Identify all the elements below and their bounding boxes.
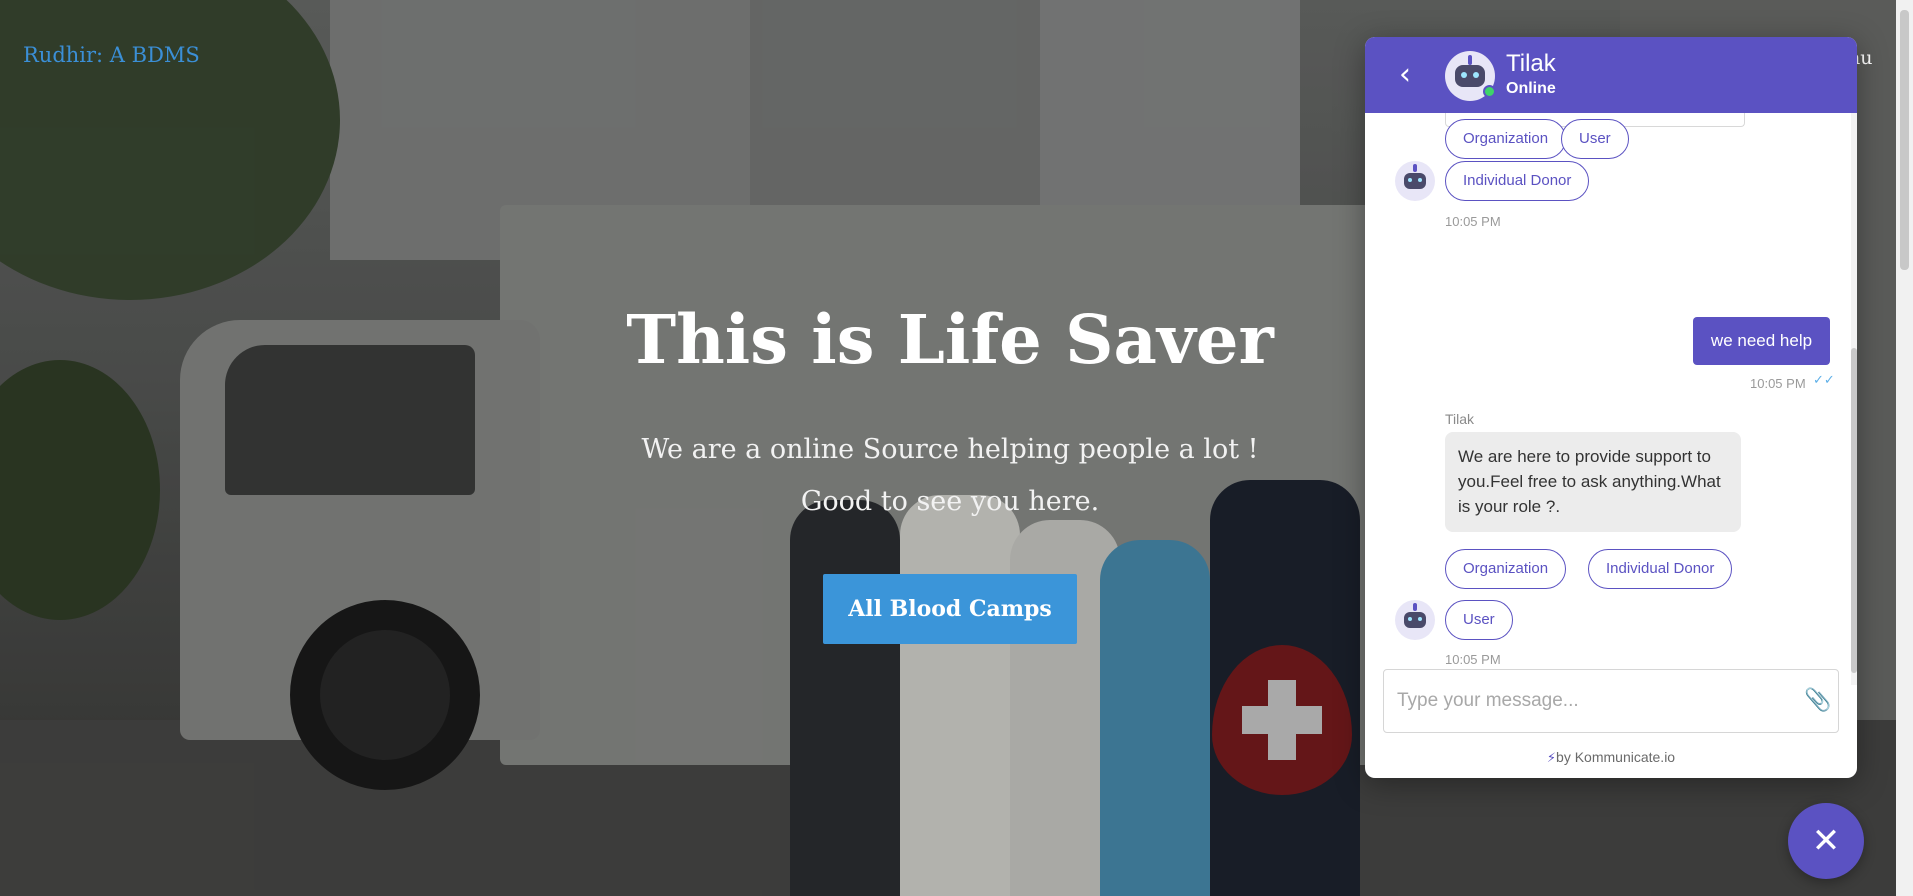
message-input[interactable]: [1384, 670, 1794, 732]
all-blood-camps-button[interactable]: All Blood Camps: [823, 574, 1077, 644]
message-time: 10:05 PM: [1750, 376, 1806, 391]
message-time: 10:05 PM: [1445, 652, 1501, 667]
bolt-icon: ⚡: [1546, 751, 1557, 766]
chat-scrollbar-thumb[interactable]: [1851, 348, 1857, 673]
powered-by-text: by Kommunicate.io: [1556, 749, 1676, 765]
agent-status: Online: [1506, 80, 1556, 97]
powered-by[interactable]: ⚡by Kommunicate.io: [1365, 749, 1857, 766]
brand-link[interactable]: Rudhir: A BDMS: [23, 43, 200, 67]
quick-reply-user[interactable]: User: [1445, 600, 1513, 640]
paperclip-icon[interactable]: 📎: [1804, 688, 1831, 714]
message-composer: 📎: [1383, 669, 1839, 733]
quick-reply-organization[interactable]: Organization: [1445, 119, 1567, 159]
bot-message: We are here to provide support to you.Fe…: [1445, 432, 1741, 532]
bot-avatar: [1395, 600, 1435, 640]
message-time: 10:05 PM: [1445, 214, 1501, 229]
bot-avatar: [1395, 161, 1435, 201]
agent-name: Tilak: [1506, 50, 1556, 77]
quick-reply-individual-donor[interactable]: Individual Donor: [1588, 549, 1733, 589]
chat-header: ‹ Tilak Online: [1365, 37, 1857, 113]
quick-reply-user[interactable]: User: [1561, 119, 1629, 159]
chat-scrollbar[interactable]: [1851, 113, 1857, 685]
chat-widget: ‹ Tilak Online Organization User Individ…: [1365, 37, 1857, 778]
chevron-left-icon[interactable]: ‹: [1387, 57, 1423, 93]
user-message: we need help: [1693, 317, 1830, 365]
page-scrollbar[interactable]: [1896, 0, 1913, 896]
sender-name: Tilak: [1445, 411, 1475, 427]
double-check-icon: ✓✓: [1813, 372, 1835, 387]
chat-messages: Organization User Individual Donor 10:05…: [1365, 113, 1857, 685]
page-scrollbar-thumb[interactable]: [1900, 10, 1909, 270]
quick-reply-individual-donor[interactable]: Individual Donor: [1445, 161, 1590, 201]
online-status-dot: [1483, 85, 1496, 98]
close-icon[interactable]: ✕: [1788, 803, 1864, 879]
quick-reply-organization[interactable]: Organization: [1445, 549, 1567, 589]
